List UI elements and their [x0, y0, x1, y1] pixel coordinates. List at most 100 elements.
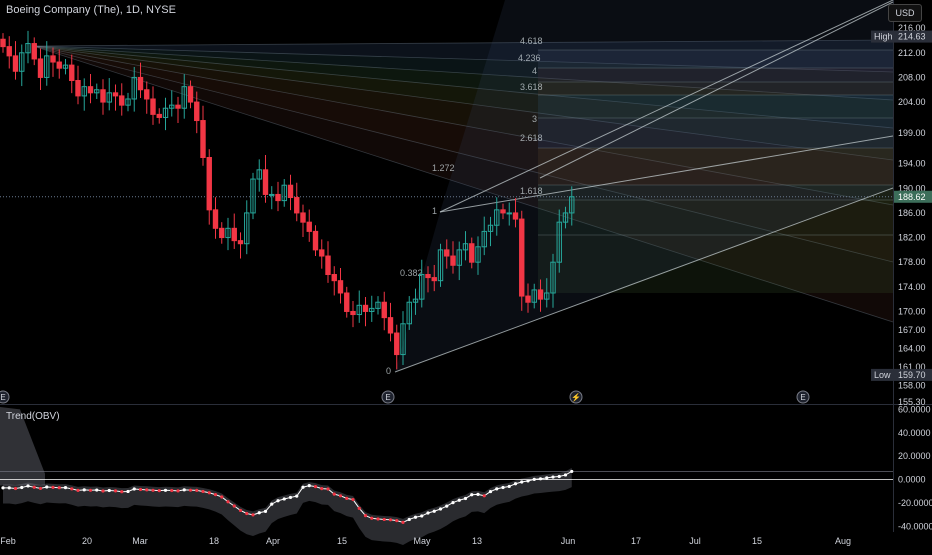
obv-point — [451, 500, 455, 505]
obv-point — [82, 488, 86, 492]
price-axis-tick: 194.00 — [898, 159, 926, 169]
obv-point — [76, 488, 80, 493]
event-marker-label: E — [0, 393, 5, 402]
candle-body — [525, 295, 531, 303]
price-axis-tick: 164.00 — [898, 343, 926, 353]
candle-body — [431, 277, 437, 282]
obv-point — [95, 488, 99, 492]
event-marker-label: E — [800, 393, 805, 402]
obv-point — [57, 486, 61, 490]
currency-button[interactable]: USD — [888, 4, 922, 22]
candle-body — [156, 113, 162, 118]
high-value: 214.63 — [898, 32, 926, 42]
candle-body — [306, 221, 312, 232]
obv-point — [420, 514, 424, 518]
candle-body — [0, 38, 6, 48]
price-axis-tick: 167.00 — [898, 325, 926, 335]
candle-body — [56, 61, 62, 69]
candle-body — [425, 274, 431, 279]
candle-body — [337, 280, 344, 294]
obv-point — [20, 485, 24, 490]
obv-point — [395, 519, 399, 523]
obv-point — [182, 488, 186, 492]
obv-point — [538, 477, 543, 481]
obv-point — [220, 495, 224, 499]
obv-point — [520, 480, 524, 484]
time-axis-tick: Aug — [835, 536, 851, 546]
candle-body — [506, 212, 512, 215]
obv-point — [382, 517, 386, 522]
fib-level-label: 1.272 — [432, 163, 455, 173]
obv-point — [176, 489, 180, 493]
obv-point — [276, 499, 280, 503]
fib-level-label: 4.618 — [520, 36, 543, 46]
candle-body — [187, 86, 194, 103]
candle-body — [150, 98, 156, 115]
low-label: Low — [874, 370, 891, 380]
obv-point — [51, 485, 55, 489]
obv-point — [63, 485, 68, 490]
obv-point — [132, 487, 136, 491]
candle-body — [6, 46, 12, 57]
obv-point — [307, 484, 311, 488]
obv-point — [495, 487, 499, 491]
obv-point — [513, 482, 518, 486]
obv-point — [145, 488, 149, 492]
candle-body — [237, 240, 244, 245]
obv-point — [245, 511, 249, 516]
obv-point — [7, 486, 11, 490]
fib-level-label: 3 — [532, 114, 537, 124]
chart-canvas[interactable]: 4.6184.23643.61832.6181.6181.27210.3820E… — [0, 0, 932, 550]
obv-point — [351, 497, 355, 502]
obv-point — [232, 504, 236, 508]
obv-point — [170, 488, 174, 493]
time-axis-tick: 17 — [631, 536, 641, 546]
high-label: High — [874, 32, 893, 42]
candle-body — [137, 76, 144, 91]
candle-body — [87, 86, 94, 94]
obv-point — [1, 486, 5, 490]
candle-body — [312, 230, 319, 251]
price-axis-tick: 170.00 — [898, 306, 926, 316]
fib-level-label: 1.618 — [520, 186, 543, 196]
obv-point — [470, 493, 474, 497]
obv-point — [507, 484, 511, 489]
obv-point — [138, 487, 143, 492]
time-axis-tick: Feb — [0, 536, 16, 546]
candle-body — [144, 89, 150, 100]
time-axis-tick: 15 — [752, 536, 762, 546]
obv-point — [413, 515, 418, 519]
price-axis-tick: 174.00 — [898, 282, 926, 292]
obv-point — [45, 485, 49, 489]
candle-body — [100, 89, 106, 103]
candle-body — [231, 227, 237, 242]
obv-point — [101, 489, 105, 493]
candle-body — [450, 255, 456, 266]
candle-body — [331, 274, 337, 282]
obv-point — [338, 494, 343, 498]
candle-body — [362, 304, 369, 312]
candle-body — [31, 43, 37, 60]
obv-point — [107, 488, 111, 493]
candle-body — [300, 212, 306, 223]
price-axis-tick: 204.00 — [898, 97, 926, 107]
candle-body — [512, 212, 519, 220]
obv-point — [120, 490, 124, 494]
obv-point — [70, 487, 74, 491]
obv-point — [313, 485, 318, 489]
obv-point — [288, 495, 293, 500]
obv-point — [113, 489, 118, 493]
candle-body — [112, 92, 119, 97]
obv-point — [226, 500, 230, 504]
fib-level-label: 0 — [386, 366, 391, 376]
candle-body — [262, 169, 269, 195]
candle-body — [175, 104, 181, 109]
obv-point — [263, 509, 268, 513]
obv-point — [326, 487, 330, 491]
obv-point — [270, 502, 274, 506]
obv-point — [207, 491, 211, 495]
obv-point — [445, 504, 449, 508]
obv-point — [332, 492, 336, 496]
obv-point — [88, 488, 93, 492]
candle-body — [469, 243, 475, 263]
